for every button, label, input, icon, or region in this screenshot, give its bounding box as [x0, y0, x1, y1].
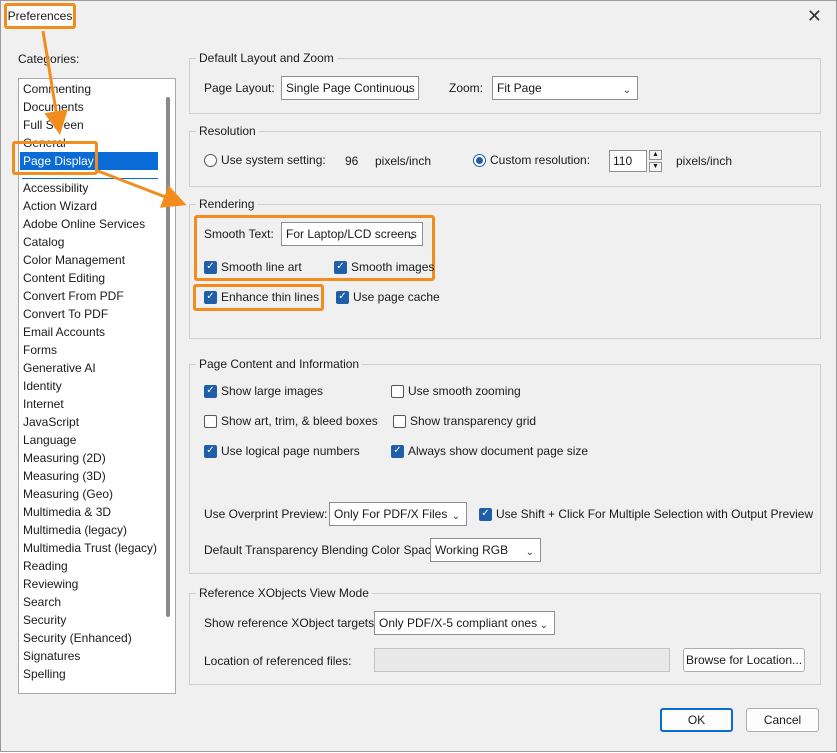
check-icon: ✓	[204, 260, 217, 274]
group-layout-zoom-title: Default Layout and Zoom	[196, 51, 337, 65]
zoom-value: Fit Page	[497, 81, 542, 95]
check-icon: ✓	[204, 290, 217, 304]
show-transparency-grid-label: Show transparency grid	[410, 414, 537, 428]
use-page-cache-label: Use page cache	[353, 290, 440, 304]
smooth-text-select[interactable]: For Laptop/LCD screens ⌄	[281, 222, 423, 246]
page-layout-label: Page Layout:	[204, 81, 275, 95]
blending-color-space-select[interactable]: Working RGB ⌄	[430, 538, 541, 562]
use-smooth-zooming-checkbox[interactable]: Use smooth zooming	[391, 384, 521, 398]
show-transparency-grid-checkbox[interactable]: Show transparency grid	[393, 414, 536, 428]
referenced-files-location-input	[374, 648, 670, 672]
group-xobjects-title: Reference XObjects View Mode	[196, 586, 372, 600]
show-art-boxes-checkbox[interactable]: Show art, trim, & bleed boxes	[204, 414, 378, 428]
zoom-select[interactable]: Fit Page ⌄	[492, 76, 638, 100]
custom-resolution-spinner[interactable]: ▲ ▼	[649, 150, 662, 172]
use-logical-page-numbers-label: Use logical page numbers	[221, 444, 360, 458]
zoom-label: Zoom:	[449, 81, 484, 95]
checkbox-empty-icon	[391, 384, 404, 398]
group-rendering-title: Rendering	[196, 197, 258, 211]
show-large-images-checkbox[interactable]: ✓ Show large images	[204, 384, 323, 398]
radio-off-icon	[204, 153, 217, 167]
system-resolution-value: 96	[345, 154, 359, 168]
shift-click-checkbox[interactable]: ✓ Use Shift + Click For Multiple Selecti…	[479, 507, 813, 521]
group-page-content-title: Page Content and Information	[196, 357, 363, 371]
spin-up-icon[interactable]: ▲	[649, 150, 662, 160]
referenced-files-location-label: Location of referenced files:	[204, 654, 352, 668]
overprint-preview-value: Only For PDF/X Files	[334, 507, 448, 521]
group-resolution-title: Resolution	[196, 124, 259, 138]
ok-button[interactable]: OK	[660, 708, 733, 732]
smooth-line-art-checkbox[interactable]: ✓ Smooth line art	[204, 260, 302, 274]
overprint-preview-select[interactable]: Only For PDF/X Files ⌄	[329, 502, 467, 526]
smooth-images-label: Smooth images	[351, 260, 435, 274]
xobject-targets-value: Only PDF/X-5 compliant ones	[379, 616, 538, 630]
custom-resolution-label: Custom resolution:	[490, 153, 591, 167]
arrow-category-to-rendering	[97, 169, 187, 208]
custom-resolution-unit: pixels/inch	[676, 154, 733, 168]
use-smooth-zooming-label: Use smooth zooming	[408, 384, 521, 398]
check-icon: ✓	[334, 260, 347, 274]
always-show-page-size-checkbox[interactable]: ✓ Always show document page size	[391, 444, 588, 458]
smooth-line-art-label: Smooth line art	[221, 260, 302, 274]
overprint-preview-label: Use Overprint Preview:	[204, 507, 328, 521]
arrow-title-to-category	[41, 30, 68, 135]
use-logical-page-numbers-checkbox[interactable]: ✓ Use logical page numbers	[204, 444, 360, 458]
checkbox-empty-icon	[204, 414, 217, 428]
page-layout-value: Single Page Continuous	[286, 81, 415, 95]
smooth-text-value: For Laptop/LCD screens	[286, 227, 417, 241]
enhance-thin-lines-label: Enhance thin lines	[221, 290, 320, 304]
check-icon: ✓	[391, 444, 404, 458]
spin-down-icon[interactable]: ▼	[649, 162, 662, 172]
preferences-dialog: Preferences ✕ Categories: CommentingDocu…	[0, 0, 837, 752]
checkbox-empty-icon	[393, 414, 406, 428]
system-resolution-unit: pixels/inch	[375, 154, 432, 168]
cancel-button[interactable]: Cancel	[746, 708, 819, 732]
radio-on-icon	[473, 153, 486, 167]
blending-color-space-value: Working RGB	[435, 543, 509, 557]
xobject-targets-select[interactable]: Only PDF/X-5 compliant ones ⌄	[374, 611, 555, 635]
xobject-targets-label: Show reference XObject targets:	[204, 616, 378, 630]
custom-resolution-input[interactable]: 110	[609, 150, 647, 172]
smooth-text-label: Smooth Text:	[204, 227, 274, 241]
show-large-images-label: Show large images	[221, 384, 324, 398]
check-icon: ✓	[479, 507, 492, 521]
page-layout-select[interactable]: Single Page Continuous ⌄	[281, 76, 419, 100]
chevron-down-icon: ⌄	[407, 231, 416, 242]
use-page-cache-checkbox[interactable]: ✓ Use page cache	[336, 290, 440, 304]
use-system-setting-radio[interactable]: Use system setting:	[204, 153, 326, 167]
custom-resolution-radio[interactable]: Custom resolution:	[473, 153, 590, 167]
browse-location-button[interactable]: Browse for Location...	[683, 648, 805, 672]
chevron-down-icon: ⌄	[403, 85, 412, 96]
blending-color-space-label: Default Transparency Blending Color Spac…	[204, 543, 441, 557]
chevron-down-icon: ⌄	[525, 547, 534, 558]
shift-click-label: Use Shift + Click For Multiple Selection…	[496, 507, 814, 521]
show-art-boxes-label: Show art, trim, & bleed boxes	[221, 414, 378, 428]
chevron-down-icon: ⌄	[622, 85, 631, 96]
always-show-page-size-label: Always show document page size	[408, 444, 589, 458]
smooth-images-checkbox[interactable]: ✓ Smooth images	[334, 260, 434, 274]
enhance-thin-lines-checkbox[interactable]: ✓ Enhance thin lines	[204, 290, 319, 304]
use-system-setting-label: Use system setting:	[221, 153, 326, 167]
check-icon: ✓	[336, 290, 349, 304]
chevron-down-icon: ⌄	[539, 620, 548, 631]
chevron-down-icon: ⌄	[451, 511, 460, 522]
check-icon: ✓	[204, 444, 217, 458]
check-icon: ✓	[204, 384, 217, 398]
